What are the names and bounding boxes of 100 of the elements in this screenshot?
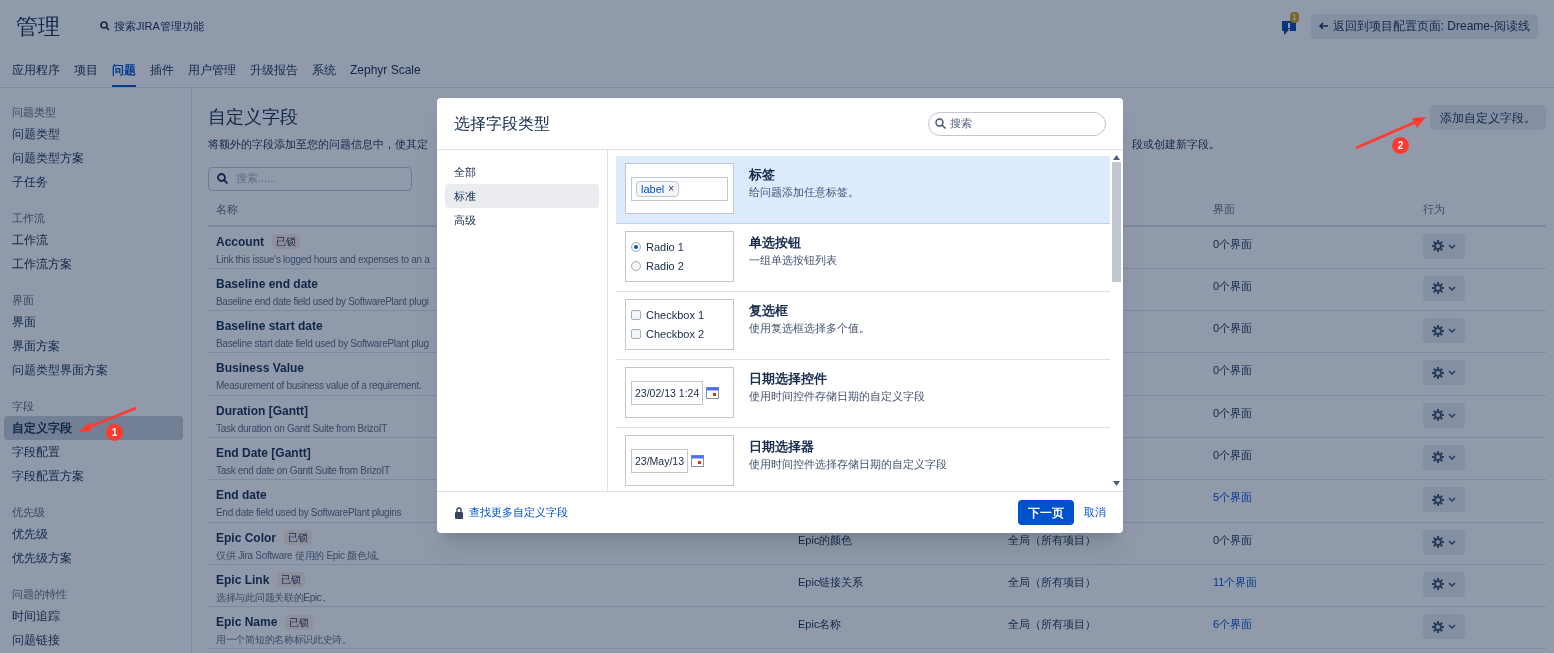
- nav-tab[interactable]: 系统: [312, 61, 336, 87]
- sidebar-item[interactable]: 问题链接: [4, 628, 183, 652]
- screens-link[interactable]: 6个界面: [1213, 614, 1423, 633]
- gear-icon: [1432, 451, 1444, 464]
- sidebar-item[interactable]: 工作流方案: [4, 252, 183, 276]
- screens-count: 0个界面: [1213, 405, 1254, 421]
- next-button[interactable]: 下一页: [1018, 500, 1074, 525]
- field-description: Baseline start date field used by SoftwarePlant plug: [216, 337, 429, 351]
- sidebar-item[interactable]: 界面方案: [4, 334, 183, 358]
- screens-link[interactable]: 5个界面: [1213, 487, 1423, 506]
- scroll-down-icon[interactable]: [1113, 481, 1120, 486]
- category-tab[interactable]: 全部: [445, 160, 599, 184]
- sidebar-item[interactable]: 问题类型: [4, 122, 183, 146]
- category-tab[interactable]: 高级: [445, 208, 599, 232]
- actions-menu-button[interactable]: [1423, 487, 1465, 513]
- field-type-title: 日期选择控件: [749, 370, 828, 388]
- actions-menu-button[interactable]: [1423, 233, 1465, 259]
- annotation-arrow: [76, 406, 138, 434]
- field-name: Duration [Gantt]: [216, 402, 308, 420]
- notification-icon[interactable]: [1280, 20, 1297, 36]
- nav-tab[interactable]: 用户管理: [188, 61, 236, 87]
- sidebar-heading: 界面: [11, 293, 35, 308]
- sidebar-item[interactable]: 工作流: [4, 228, 183, 252]
- search-icon: [217, 173, 228, 184]
- remove-icon: ×: [668, 181, 675, 196]
- calendar-icon: [691, 454, 705, 467]
- sidebar-item[interactable]: 字段配置方案: [4, 464, 183, 488]
- back-arrow-icon: [1318, 22, 1329, 30]
- screens-count: 0个界面: [1213, 278, 1254, 294]
- category-tab[interactable]: 标准: [445, 184, 599, 208]
- field-type-option[interactable]: Checkbox 1 Checkbox 2 复选框 使用复选框选择多个值。: [616, 292, 1110, 360]
- checkbox-label: Checkbox 2: [646, 327, 705, 342]
- gear-icon: [1432, 409, 1444, 422]
- sidebar-item[interactable]: 字段配置: [4, 440, 183, 464]
- gear-icon: [1432, 282, 1444, 295]
- nav-tab[interactable]: 升级报告: [250, 61, 298, 87]
- actions-menu-button[interactable]: [1423, 529, 1465, 555]
- actions-menu-button[interactable]: [1423, 571, 1465, 597]
- field-description: Link this issue's logged hours and expenses to an a: [216, 252, 430, 266]
- back-button[interactable]: 返回到项目配置页面: Dreame-阅读线: [1310, 13, 1538, 39]
- sidebar-item[interactable]: 时间追踪: [4, 604, 183, 628]
- field-type-option[interactable]: Radio 1 Radio 2 单选按钮 一组单选按钮列表: [616, 224, 1110, 292]
- field-description: Task end date on Gantt Suite from BrizoIT: [216, 464, 390, 477]
- nav-tab[interactable]: 项目: [74, 61, 98, 87]
- field-name: Baseline end date: [216, 275, 319, 293]
- screens-count: 0个界面: [1213, 363, 1254, 379]
- actions-menu-button[interactable]: [1423, 445, 1465, 470]
- add-custom-field-button[interactable]: 添加自定义字段。: [1430, 105, 1546, 130]
- nav-tab[interactable]: 插件: [150, 61, 174, 87]
- nav-tab[interactable]: 应用程序: [12, 61, 60, 87]
- locked-badge: 已锁: [284, 530, 312, 546]
- field-type-title: 单选按钮: [749, 234, 802, 252]
- sidebar-item[interactable]: 界面: [4, 310, 183, 334]
- actions-menu-button[interactable]: [1423, 614, 1465, 640]
- sidebar-item[interactable]: 优先级: [4, 522, 183, 546]
- chevron-down-icon: [1448, 285, 1456, 291]
- admin-search-link[interactable]: 搜索JIRA管理功能: [114, 17, 204, 35]
- column-header: 名称: [216, 201, 239, 217]
- field-context: 全局（所有项目）: [1008, 617, 1097, 633]
- actions-menu-button[interactable]: [1423, 275, 1465, 301]
- scroll-up-icon[interactable]: [1113, 155, 1120, 160]
- field-type-title: 复选框: [749, 302, 789, 320]
- page-title: 管理: [16, 12, 60, 41]
- nav-tab[interactable]: Zephyr Scale: [350, 61, 421, 87]
- actions-menu-button[interactable]: [1423, 318, 1465, 344]
- field-type-description: 给问题添加任意标签。: [749, 184, 859, 200]
- sidebar-item[interactable]: 子任务: [4, 170, 183, 194]
- find-more-fields-link[interactable]: 查找更多自定义字段: [469, 504, 568, 521]
- actions-menu-button[interactable]: [1423, 360, 1465, 386]
- cancel-button[interactable]: 取消: [1084, 504, 1106, 521]
- chevron-down-icon: [1448, 497, 1456, 503]
- screens-count: 0个界面: [1213, 236, 1254, 252]
- field-description: Baseline end date field used by SoftwarePlant plugi: [216, 294, 429, 308]
- field-description: 仅供 Jira Software 使用的 Epic 颜色域。: [216, 548, 386, 562]
- actions-menu-button[interactable]: [1423, 402, 1465, 428]
- chevron-down-icon: [1448, 539, 1456, 545]
- sidebar-item[interactable]: 问题类型界面方案: [4, 358, 183, 382]
- field-type-title: 日期选择器: [749, 438, 815, 456]
- sidebar-heading: 优先级: [11, 505, 46, 520]
- dialog-title: 选择字段类型: [454, 113, 550, 134]
- nav-tab[interactable]: 问题: [112, 61, 136, 87]
- scrollbar-thumb[interactable]: [1112, 162, 1121, 282]
- screens-link[interactable]: 11个界面: [1213, 571, 1423, 591]
- sidebar-item[interactable]: 问题类型方案: [4, 146, 183, 170]
- padlock-icon: [454, 506, 464, 519]
- field-name: End Date [Gantt]: [216, 445, 311, 462]
- field-type-option[interactable]: 23/May/13 日期选择器 使用时间控件选择存储日期的自定义字段: [616, 428, 1110, 491]
- field-name: Epic Link: [216, 571, 270, 589]
- screens-count: 0个界面: [1213, 448, 1254, 463]
- field-type-option[interactable]: 23/02/13 1:24 日期选择控件 使用时间控件存储日期的自定义字段: [616, 360, 1110, 428]
- field-type: Epic的颜色: [798, 532, 854, 548]
- field-type-option[interactable]: label × 标签 给问题添加任意标签。: [616, 156, 1110, 224]
- date-field: 23/May/13: [631, 448, 689, 473]
- sidebar-item[interactable]: 优先级方案: [4, 546, 183, 570]
- field-type: Epic链接关系: [798, 574, 865, 590]
- chevron-down-icon: [1448, 243, 1456, 249]
- field-type-description: 使用复选框选择多个值。: [749, 320, 870, 336]
- field-description: Measurement of business value of a requirement.: [216, 379, 422, 393]
- field-type: Epic名称: [798, 617, 843, 633]
- gear-icon: [1432, 493, 1444, 506]
